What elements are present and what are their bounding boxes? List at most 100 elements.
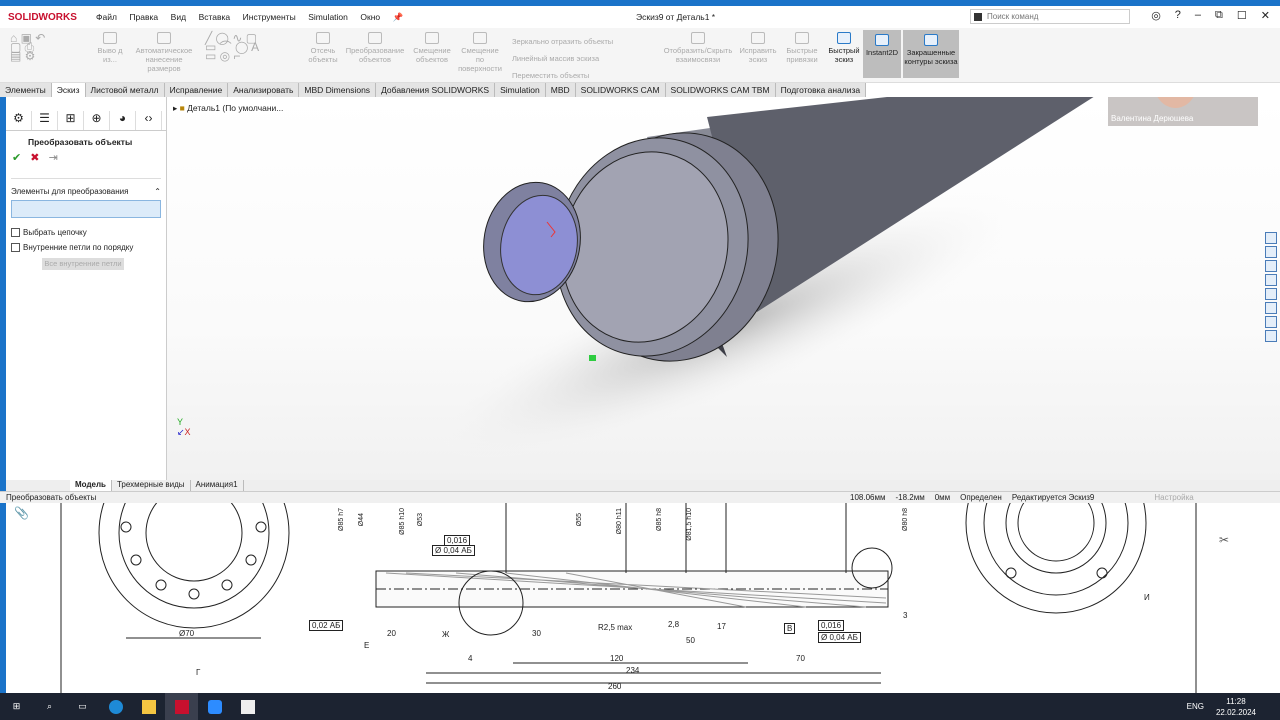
relations-button[interactable]: Отобразить/Скрыть взаимосвязи xyxy=(658,32,738,64)
configuration-manager-icon[interactable]: ⊞ xyxy=(58,111,84,130)
mirror-button[interactable]: Зеркально отразить объекты xyxy=(512,33,642,50)
menu-insert[interactable]: Вставка xyxy=(199,12,231,22)
tab-mbd[interactable]: MBD xyxy=(546,83,576,97)
start-button[interactable]: ⊞ xyxy=(0,693,33,720)
person-face xyxy=(1153,97,1198,108)
window-controls: ◎ ? – ⧉ ☐ ✕ xyxy=(1151,9,1270,22)
convert-button[interactable]: Выво д из... xyxy=(95,32,125,64)
edge-icon[interactable] xyxy=(99,693,132,720)
shaded-contours-button[interactable]: Закрашенные контуры эскиза xyxy=(903,30,959,78)
inner-loops-checkbox[interactable]: Внутренние петли по порядку xyxy=(11,243,161,252)
document-icon[interactable] xyxy=(231,693,264,720)
settings-dropdown[interactable]: Настройка xyxy=(1154,493,1193,502)
repair-sketch-button[interactable]: Исправить эскиз xyxy=(738,32,778,64)
tab-analysis-prep[interactable]: Подготовка анализа xyxy=(776,83,867,97)
sketch-entities-icons[interactable]: ╱ ◯ ∿ ▢ ▭ ⌒ ◯ A ▭ ◎ ⌐ xyxy=(205,32,295,62)
time: 11:28 xyxy=(1226,697,1246,706)
zoom-icon[interactable] xyxy=(198,693,231,720)
close-button[interactable]: ✕ xyxy=(1261,9,1270,22)
custom-properties-icon[interactable] xyxy=(1265,316,1277,328)
quick-sketch-button[interactable]: Быстрый эскиз xyxy=(826,32,862,64)
language-indicator[interactable]: ENG xyxy=(1187,702,1204,711)
pin-icon[interactable]: 📌 xyxy=(393,12,404,22)
tab-simulation[interactable]: Simulation xyxy=(495,83,546,97)
command-search-input[interactable]: Поиск команд xyxy=(970,9,1130,24)
help-icon[interactable]: ? xyxy=(1175,9,1181,22)
file-explorer-icon[interactable] xyxy=(1265,274,1277,286)
all-inner-loops-button[interactable]: Все внутренние петли xyxy=(42,258,124,270)
instant2d-button[interactable]: Instant2D xyxy=(863,30,901,78)
user-icon[interactable]: ◎ xyxy=(1151,9,1161,22)
attach-icon[interactable]: 📎 xyxy=(14,506,29,520)
pattern-button[interactable]: Линейный массив эскиза xyxy=(512,50,642,67)
dimxpert-icon[interactable]: ⊕ xyxy=(84,111,110,130)
library-icon[interactable] xyxy=(1265,260,1277,272)
tab-mbd-dimensions[interactable]: MBD Dimensions xyxy=(299,83,377,97)
solidworks-taskbar-icon[interactable] xyxy=(165,693,198,720)
section-title: Элементы для преобразования xyxy=(11,187,129,196)
windows-taskbar: ⊞ ⌕ ▭ ENG 11:28 22.02.2024 xyxy=(0,693,1280,720)
menu-window[interactable]: Окно xyxy=(360,12,380,22)
scroll-arrows-icon[interactable]: ‹› xyxy=(136,111,162,130)
offset-surface-button[interactable]: Смещение по поверхности xyxy=(457,32,503,73)
offset-button[interactable]: Смещение объектов xyxy=(410,32,454,64)
trim-button[interactable]: Отсечь объекты xyxy=(305,32,341,64)
tab-3d-views[interactable]: Трехмерные виды xyxy=(112,480,191,491)
restore-button[interactable]: ⧉ xyxy=(1215,9,1223,22)
menu-file[interactable]: Файл xyxy=(96,12,117,22)
forum-icon[interactable] xyxy=(1265,330,1277,342)
dim-260: 260 xyxy=(608,682,622,691)
appearance-icon[interactable] xyxy=(1265,302,1277,314)
move-button[interactable]: Переместить объекты xyxy=(512,67,642,84)
pm-actions: ✔ ✖ ⇥ xyxy=(12,151,166,164)
entities-selection-box[interactable] xyxy=(11,200,161,218)
clock[interactable]: 11:28 22.02.2024 xyxy=(1216,696,1256,718)
tab-evaluate[interactable]: Анализировать xyxy=(228,83,300,97)
dim-4: 4 xyxy=(468,654,473,663)
autodim-button[interactable]: Автоматическое нанесение размеров xyxy=(128,32,200,73)
task-view-icon[interactable]: ▭ xyxy=(66,693,99,720)
menu-tools[interactable]: Инструменты xyxy=(243,12,296,22)
file-explorer-icon[interactable] xyxy=(132,693,165,720)
pushpin-icon[interactable]: ⇥ xyxy=(49,152,58,164)
tab-cam-tbm[interactable]: SOLIDWORKS CAM TBM xyxy=(666,83,776,97)
display-manager-icon[interactable]: ◕ xyxy=(110,111,136,130)
property-manager-icon[interactable]: ☰ xyxy=(32,111,58,130)
graphics-area[interactable]: ▸ ■ Деталь1 (По умолчани... Y ↙X Валентин… xyxy=(167,97,1280,480)
file-tools-icons[interactable]: ⌂ ▣ ↶ ▢ ⎙ ▤ ⚙ xyxy=(10,32,70,62)
search-icon[interactable]: ⌕ xyxy=(33,693,66,720)
feature-manager-icon[interactable]: ⚙ xyxy=(6,111,32,130)
menu-view[interactable]: Вид xyxy=(171,12,186,22)
menu-simulation[interactable]: Simulation xyxy=(308,12,348,22)
tab-model[interactable]: Модель xyxy=(70,480,112,491)
cancel-icon[interactable]: ✖ xyxy=(30,152,39,164)
tolerance-frame-right: 0,016 xyxy=(818,620,845,631)
title-bar: SOLIDWORKS Файл Правка Вид Вставка Инстр… xyxy=(0,6,1280,28)
view-palette-icon[interactable] xyxy=(1265,288,1277,300)
home-icon[interactable] xyxy=(1265,246,1277,258)
manager-tabs: ⚙ ☰ ⊞ ⊕ ◕ ‹› xyxy=(6,111,166,131)
tab-features[interactable]: Элементы xyxy=(0,83,52,97)
participant-name: Валентина Дерюшева xyxy=(1111,114,1194,123)
resources-icon[interactable] xyxy=(1265,232,1277,244)
sketch-state: Определен xyxy=(960,493,1002,502)
maximize-button[interactable]: ☐ xyxy=(1237,9,1247,22)
tab-repair[interactable]: Исправление xyxy=(165,83,229,97)
tab-cam[interactable]: SOLIDWORKS CAM xyxy=(576,83,666,97)
pm-title: Преобразовать объекты xyxy=(28,137,133,147)
feature-tree-root[interactable]: ▸ ■ Деталь1 (По умолчани... xyxy=(173,103,283,114)
tab-sheet-metal[interactable]: Листовой металл xyxy=(86,83,165,97)
quick-snaps-button[interactable]: Быстрые привязки xyxy=(782,32,822,64)
menu-edit[interactable]: Правка xyxy=(129,12,158,22)
collapse-icon[interactable]: ⌃ xyxy=(154,187,161,196)
tools-icon[interactable]: ✂ xyxy=(1219,533,1229,547)
tab-animation[interactable]: Анимация1 xyxy=(191,480,244,491)
tab-sketch[interactable]: Эскиз xyxy=(51,83,86,97)
convert-entities-button[interactable]: Преобразование объектов xyxy=(343,32,407,64)
section-header[interactable]: Элементы для преобразования ⌃ xyxy=(11,178,161,196)
ok-icon[interactable]: ✔ xyxy=(12,152,21,164)
tab-addins[interactable]: Добавления SOLIDWORKS xyxy=(376,83,496,97)
minimize-button[interactable]: – xyxy=(1195,9,1201,22)
part-icon: ■ xyxy=(179,103,185,113)
select-chain-checkbox[interactable]: Выбрать цепочку xyxy=(11,228,161,237)
